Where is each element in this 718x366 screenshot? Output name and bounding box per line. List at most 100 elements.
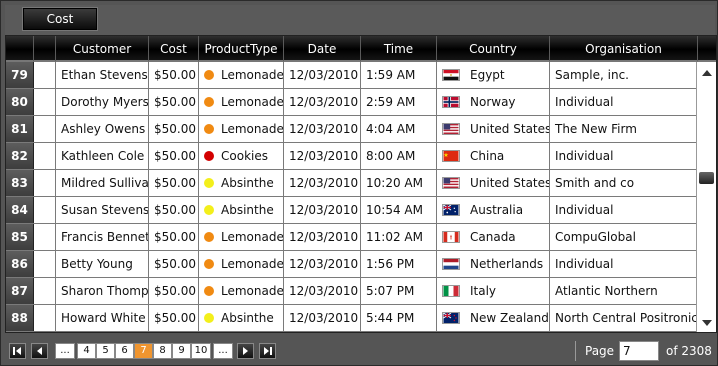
table-row[interactable]: 80 Dorothy Myers $50.00 Lemonade 12/03/2010 2… — [6, 89, 698, 116]
producttype-cell[interactable]: Cookies — [199, 143, 284, 169]
time-cell[interactable]: 4:04 AM — [361, 116, 437, 142]
producttype-cell[interactable]: Lemonade — [199, 251, 284, 277]
cost-cell[interactable]: $50.00 — [149, 305, 199, 331]
page-ellipsis-button[interactable]: ... — [55, 343, 75, 359]
country-cell[interactable]: Italy — [437, 278, 550, 304]
cost-cell[interactable]: $50.00 — [149, 170, 199, 196]
date-cell[interactable]: 12/03/2010 — [284, 62, 361, 88]
table-row[interactable]: 82 Kathleen Cole $50.00 Cookies 12/03/2010 8:… — [6, 143, 698, 170]
producttype-cell[interactable]: Lemonade — [199, 278, 284, 304]
customer-cell[interactable]: Ethan Stevens — [56, 62, 149, 88]
column-header-organisation[interactable]: Organisation — [550, 36, 698, 62]
organisation-cell[interactable]: North Central Positronics — [550, 305, 698, 331]
scroll-up-icon[interactable] — [702, 70, 712, 76]
date-cell[interactable]: 12/03/2010 — [284, 278, 361, 304]
producttype-cell[interactable]: Lemonade — [199, 89, 284, 115]
producttype-cell[interactable]: Lemonade — [199, 224, 284, 250]
table-row[interactable]: 87 Sharon Thompson $50.00 Lemonade 12/03/201… — [6, 278, 698, 305]
cost-cell[interactable]: $50.00 — [149, 89, 199, 115]
producttype-cell[interactable]: Lemonade — [199, 116, 284, 142]
previous-page-button[interactable] — [31, 343, 48, 359]
column-header-customer[interactable]: Customer — [56, 36, 149, 62]
row-number[interactable]: 86 — [6, 251, 34, 277]
country-cell[interactable]: New Zealand — [437, 305, 550, 331]
row-number[interactable]: 85 — [6, 224, 34, 250]
row-number[interactable]: 88 — [6, 305, 34, 331]
table-row[interactable]: 84 Susan Stevens $50.00 Absinthe 12/03/2010 1… — [6, 197, 698, 224]
country-cell[interactable]: United States — [437, 116, 550, 142]
cost-cell[interactable]: $50.00 — [149, 143, 199, 169]
country-cell[interactable]: Netherlands — [437, 251, 550, 277]
first-page-button[interactable] — [9, 343, 26, 359]
date-cell[interactable]: 12/03/2010 — [284, 305, 361, 331]
time-cell[interactable]: 5:07 PM — [361, 278, 437, 304]
organisation-cell[interactable]: Sample, inc. — [550, 62, 698, 88]
organisation-cell[interactable]: Individual — [550, 89, 698, 115]
table-row[interactable]: 79 Ethan Stevens $50.00 Lemonade 12/03/2010 1… — [6, 62, 698, 89]
time-cell[interactable]: 2:59 AM — [361, 89, 437, 115]
table-row[interactable]: 85 Francis Bennett $50.00 Lemonade 12/03/201… — [6, 224, 698, 251]
producttype-cell[interactable]: Lemonade — [199, 62, 284, 88]
group-chip-cost[interactable]: Cost — [22, 7, 98, 31]
producttype-cell[interactable]: Absinthe — [199, 170, 284, 196]
cost-cell[interactable]: $50.00 — [149, 251, 199, 277]
table-row[interactable]: 86 Betty Young $50.00 Lemonade 12/03/2010 1:5… — [6, 251, 698, 278]
row-number[interactable]: 87 — [6, 278, 34, 304]
time-cell[interactable]: 1:56 PM — [361, 251, 437, 277]
country-cell[interactable]: United States — [437, 170, 550, 196]
page-number-button[interactable]: 9 — [172, 343, 191, 359]
organisation-cell[interactable]: Smith and co — [550, 170, 698, 196]
page-number-input[interactable] — [619, 341, 659, 361]
column-header-producttype[interactable]: ProductType — [199, 36, 284, 62]
table-row[interactable]: 83 Mildred Sullivan $50.00 Absinthe 12/03/20… — [6, 170, 698, 197]
country-cell[interactable]: Egypt — [437, 62, 550, 88]
scroll-thumb[interactable] — [699, 172, 714, 184]
scroll-down-icon[interactable] — [702, 320, 712, 326]
organisation-cell[interactable]: Individual — [550, 197, 698, 223]
organisation-cell[interactable]: The New Firm — [550, 116, 698, 142]
country-cell[interactable]: Norway — [437, 89, 550, 115]
cost-cell[interactable]: $50.00 — [149, 116, 199, 142]
customer-cell[interactable]: Susan Stevens — [56, 197, 149, 223]
cost-cell[interactable]: $50.00 — [149, 62, 199, 88]
customer-cell[interactable]: Francis Bennett — [56, 224, 149, 250]
page-number-button[interactable]: 8 — [153, 343, 172, 359]
page-number-button[interactable]: 6 — [115, 343, 134, 359]
customer-cell[interactable]: Sharon Thompson — [56, 278, 149, 304]
date-cell[interactable]: 12/03/2010 — [284, 89, 361, 115]
cost-cell[interactable]: $50.00 — [149, 224, 199, 250]
table-row[interactable]: 88 Howard White $50.00 Absinthe 12/03/2010 5:… — [6, 305, 698, 332]
producttype-cell[interactable]: Absinthe — [199, 305, 284, 331]
page-number-button[interactable]: 7 — [134, 343, 153, 359]
cost-cell[interactable]: $50.00 — [149, 278, 199, 304]
date-cell[interactable]: 12/03/2010 — [284, 143, 361, 169]
organisation-cell[interactable]: Individual — [550, 251, 698, 277]
time-cell[interactable]: 11:02 AM — [361, 224, 437, 250]
time-cell[interactable]: 10:20 AM — [361, 170, 437, 196]
date-cell[interactable]: 12/03/2010 — [284, 197, 361, 223]
cost-cell[interactable]: $50.00 — [149, 197, 199, 223]
column-header-cost[interactable]: Cost — [149, 36, 199, 62]
row-number[interactable]: 81 — [6, 116, 34, 142]
time-cell[interactable]: 5:44 PM — [361, 305, 437, 331]
customer-cell[interactable]: Howard White — [56, 305, 149, 331]
last-page-button[interactable] — [259, 343, 276, 359]
column-header-time[interactable]: Time — [361, 36, 437, 62]
next-page-button[interactable] — [237, 343, 254, 359]
country-cell[interactable]: Australia — [437, 197, 550, 223]
date-cell[interactable]: 12/03/2010 — [284, 116, 361, 142]
row-number[interactable]: 79 — [6, 62, 34, 88]
customer-cell[interactable]: Dorothy Myers — [56, 89, 149, 115]
page-number-button[interactable]: 10 — [191, 343, 211, 359]
country-cell[interactable]: China — [437, 143, 550, 169]
date-cell[interactable]: 12/03/2010 — [284, 251, 361, 277]
table-row[interactable]: 81 Ashley Owens $50.00 Lemonade 12/03/2010 4:… — [6, 116, 698, 143]
date-cell[interactable]: 12/03/2010 — [284, 224, 361, 250]
time-cell[interactable]: 10:54 AM — [361, 197, 437, 223]
vertical-scrollbar[interactable] — [696, 62, 716, 332]
row-number[interactable]: 83 — [6, 170, 34, 196]
organisation-cell[interactable]: Individual — [550, 143, 698, 169]
page-ellipsis-button[interactable]: ... — [213, 343, 233, 359]
organisation-cell[interactable]: CompuGlobal — [550, 224, 698, 250]
date-cell[interactable]: 12/03/2010 — [284, 170, 361, 196]
